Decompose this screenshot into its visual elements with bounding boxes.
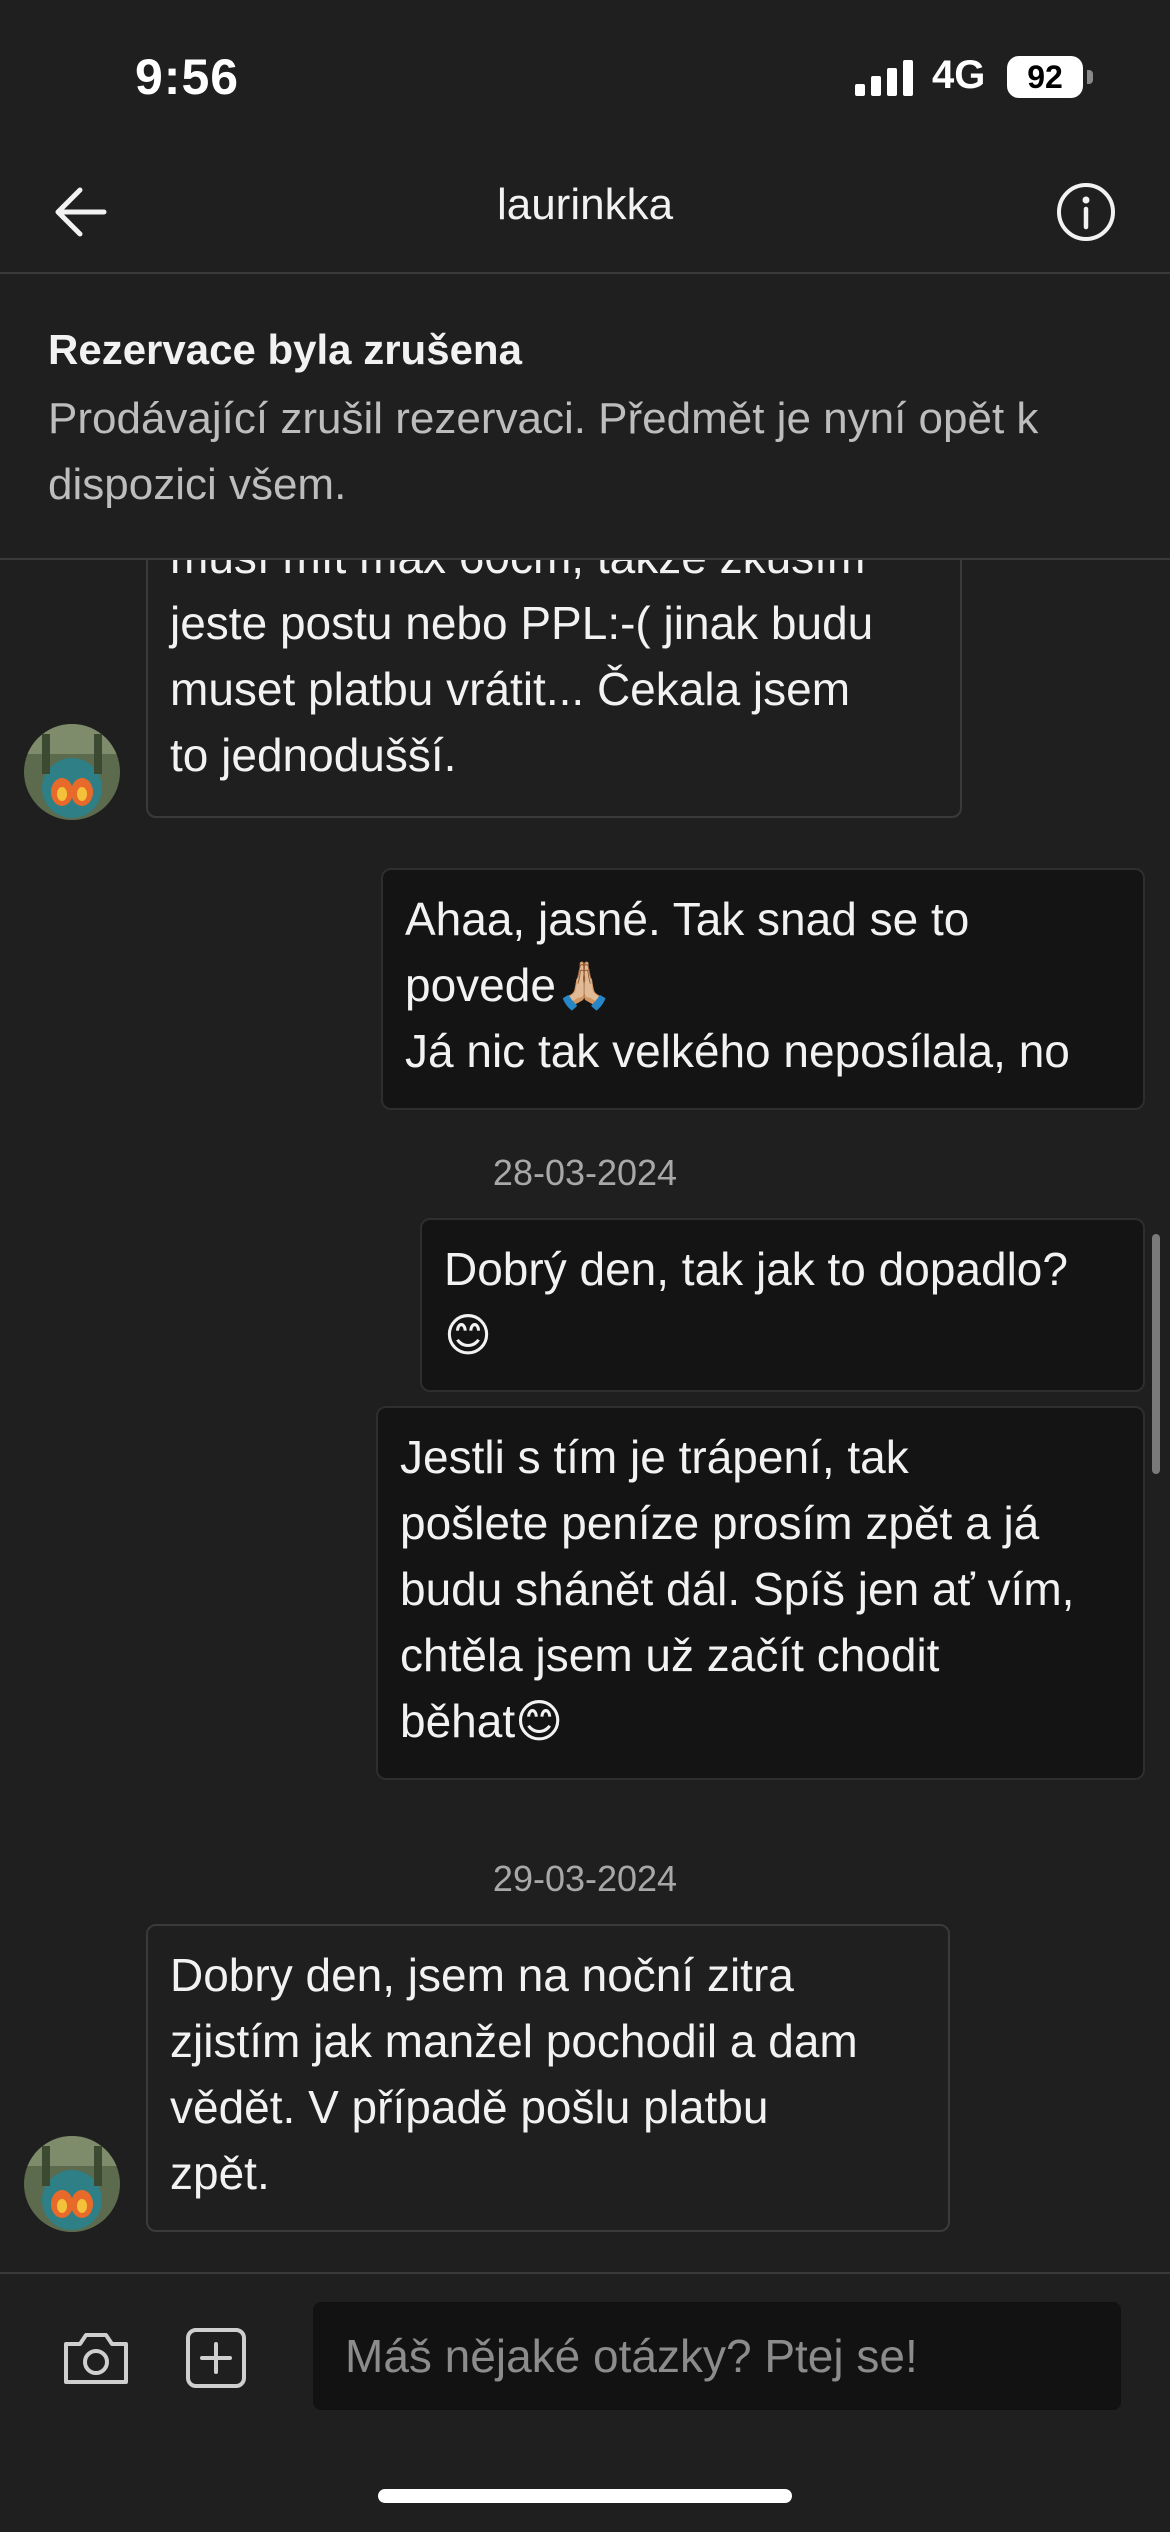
banner-title: Rezervace byla zrušena bbox=[48, 326, 522, 373]
cellular-signal-icon bbox=[855, 60, 913, 96]
outgoing-message: Dobrý den, tak jak to dopadlo? 😊 bbox=[420, 1218, 1145, 1392]
chat-screen: 9:56 4G 92 laurinkka Rezervace byla zruš… bbox=[0, 0, 1170, 2532]
conversation-title: laurinkka bbox=[496, 180, 674, 229]
avatar[interactable] bbox=[24, 2136, 120, 2232]
network-type-label: 4G bbox=[932, 53, 986, 97]
camera-icon bbox=[64, 2333, 128, 2384]
add-attachment-button[interactable] bbox=[178, 2320, 254, 2396]
avatar[interactable] bbox=[24, 724, 120, 820]
incoming-message: musí mít max 60cm, takže zkusím jeste po… bbox=[146, 560, 962, 818]
user-avatar-icon bbox=[24, 2136, 120, 2232]
plus-square-icon bbox=[186, 2328, 246, 2388]
info-button[interactable] bbox=[1046, 172, 1126, 252]
user-avatar-icon bbox=[24, 724, 120, 820]
reservation-cancelled-banner: Rezervace byla zrušena Prodávající zruši… bbox=[0, 274, 1170, 560]
outgoing-message: Jestli s tím je trápení, tak pošlete pen… bbox=[376, 1406, 1145, 1780]
battery-icon: 92 bbox=[1007, 56, 1093, 98]
message-input[interactable] bbox=[313, 2302, 1121, 2410]
status-bar: 9:56 4G 92 bbox=[0, 0, 1170, 150]
chat-header: laurinkka bbox=[0, 150, 1170, 274]
date-separator: 28-03-2024 bbox=[492, 1152, 678, 1193]
camera-button[interactable] bbox=[58, 2320, 134, 2396]
scrollbar[interactable] bbox=[1152, 1234, 1160, 1474]
battery-level: 92 bbox=[1027, 58, 1063, 95]
home-indicator[interactable] bbox=[378, 2489, 792, 2503]
banner-text: Prodávající zrušil rezervaci. Předmět je… bbox=[48, 394, 1039, 509]
message-list[interactable]: musí mít max 60cm, takže zkusím jeste po… bbox=[0, 560, 1170, 2272]
status-time: 9:56 bbox=[135, 49, 240, 105]
info-circle-icon bbox=[1057, 183, 1115, 241]
incoming-message: Dobry den, jsem na noční zitra zjistím j… bbox=[146, 1924, 950, 2232]
date-separator: 29-03-2024 bbox=[492, 1858, 678, 1899]
outgoing-message: Ahaa, jasné. Tak snad se to povede🙏🏼 Já … bbox=[381, 868, 1145, 1110]
